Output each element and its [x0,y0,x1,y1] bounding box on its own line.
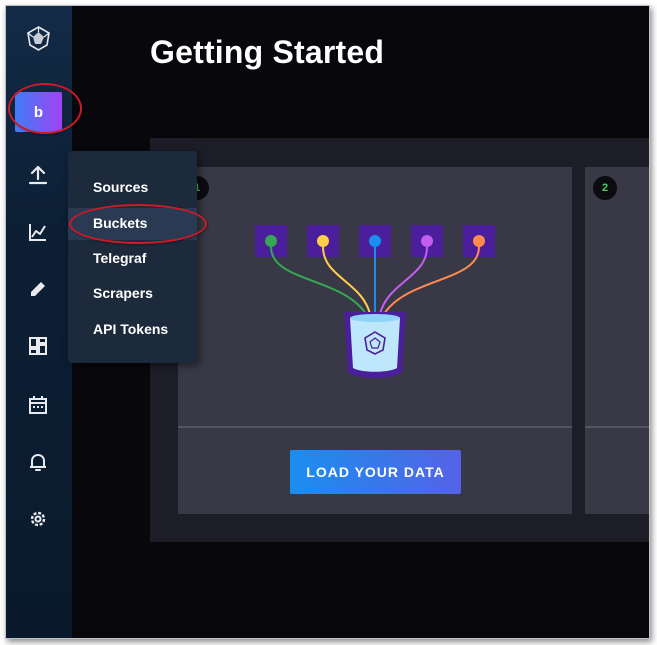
sidebar: b [6,6,72,638]
load-data-flyout-menu: Sources Buckets Telegraf Scrapers API To… [68,151,197,363]
bell-icon[interactable] [27,451,49,473]
getting-started-panel: 1 LOAD YOUR DATA 2 [150,138,649,542]
logo-icon[interactable] [26,26,51,51]
step-number-badge: 2 [593,176,617,200]
menu-item-scrapers[interactable]: Scrapers [93,285,153,301]
menu-item-buckets[interactable]: Buckets [93,215,147,231]
dashboard-icon[interactable] [27,335,49,357]
app-window: b Getting Started 1 LOAD YOUR DATA 2 Sou… [5,5,650,639]
pencil-icon[interactable] [27,278,49,300]
page-title: Getting Started [150,34,385,70]
gear-icon[interactable] [27,508,49,530]
org-avatar[interactable]: b [15,92,62,132]
calendar-icon[interactable] [27,394,49,416]
menu-item-sources[interactable]: Sources [93,179,148,195]
menu-item-api-tokens[interactable]: API Tokens [93,321,168,337]
bucket-illustration [252,222,500,387]
graph-icon[interactable] [27,221,49,243]
upload-icon[interactable] [27,164,49,186]
avatar-initial: b [33,103,44,121]
step-card-2: 2 [585,167,649,514]
step-card-load-data: 1 LOAD YOUR DATA [178,167,572,514]
card-divider [178,426,572,428]
card-divider [585,426,649,428]
menu-item-telegraf[interactable]: Telegraf [93,250,146,266]
load-your-data-button[interactable]: LOAD YOUR DATA [290,450,461,494]
